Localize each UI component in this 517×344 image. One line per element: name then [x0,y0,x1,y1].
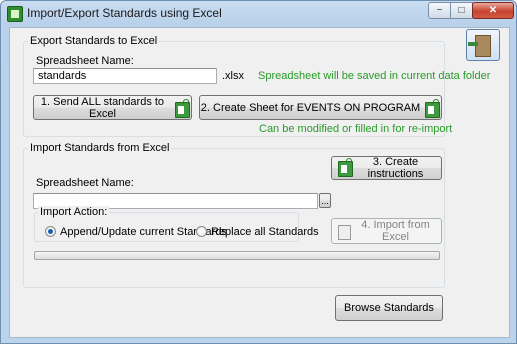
modify-note: Can be modified or filled in for re-impo… [259,123,453,135]
browse-file-button[interactable]: ... [319,193,331,208]
import-sheet-label: Spreadsheet Name: [36,177,134,189]
save-location-note: Spreadsheet will be saved in current dat… [258,70,491,82]
browse-file-label: ... [321,195,329,206]
import-from-excel-button[interactable]: 4. Import from Excel [331,218,442,244]
close-button[interactable]: ✕ [472,2,514,19]
window-client-area: Export Standards to Excel Spreadsheet Na… [9,27,510,338]
exit-arrow-icon [468,42,478,46]
window-title: Import/Export Standards using Excel [27,6,222,20]
import-progress-bar [34,251,440,260]
export-sheet-name-input[interactable]: standards [33,68,217,84]
create-instructions-button[interactable]: 3. Create instructions [331,156,442,180]
append-update-radio[interactable] [45,226,56,237]
title-bar[interactable]: Import/Export Standards using Excel − □ … [1,1,516,25]
create-instructions-label: 3. Create instructions [367,156,424,180]
replace-all-radio[interactable] [196,226,207,237]
door-exit-icon [475,35,491,57]
create-sheet-events-label: 2. Create Sheet for EVENTS ON PROGRAM [200,101,421,114]
browse-standards-label: Browse Standards [344,302,434,314]
send-all-to-excel-button[interactable]: 1. Send ALL standards to Excel [33,95,192,120]
excel-icon [175,99,190,118]
import-action-label: Import Action: [38,206,110,218]
export-group-label: Export Standards to Excel [28,35,160,47]
main-window: Import/Export Standards using Excel − □ … [0,0,517,344]
send-all-to-excel-label: 1. Send ALL standards to Excel [40,95,165,120]
import-group-label: Import Standards from Excel [28,142,172,154]
file-extension-label: .xlsx [222,70,244,82]
browse-standards-button[interactable]: Browse Standards [335,295,443,321]
excel-icon [425,99,440,118]
maximize-button[interactable]: □ [450,2,473,19]
minimize-button[interactable]: − [428,2,451,19]
create-sheet-events-button[interactable]: 2. Create Sheet for EVENTS ON PROGRAM [199,95,442,120]
exit-button[interactable] [466,29,500,61]
export-sheet-label: Spreadsheet Name: [36,55,134,67]
excel-app-icon [7,6,23,22]
replace-all-label[interactable]: Replace all Standards [211,226,319,238]
import-from-excel-label: 4. Import from Excel [361,219,430,243]
